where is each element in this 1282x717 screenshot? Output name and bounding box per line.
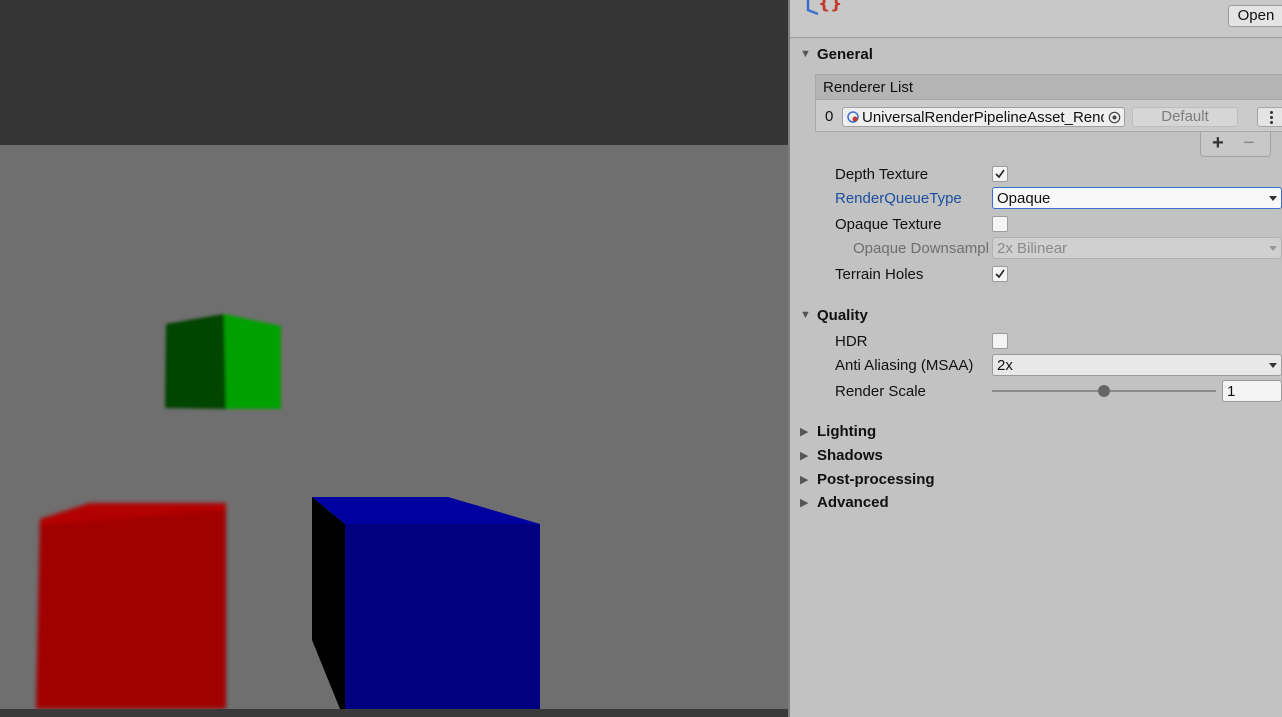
menu-dot-icon xyxy=(1270,111,1273,114)
render-queue-label: RenderQueueType xyxy=(835,190,962,207)
render-scale-row: Render Scale 1 xyxy=(790,380,1282,402)
red-cube[interactable] xyxy=(36,503,226,709)
add-renderer-button[interactable]: + xyxy=(1212,132,1224,155)
hdr-checkbox[interactable] xyxy=(992,333,1008,349)
depth-texture-checkbox[interactable] xyxy=(992,166,1008,182)
section-lighting[interactable]: ▶ Lighting xyxy=(790,421,1282,443)
render-scale-label: Render Scale xyxy=(835,383,926,400)
renderer-list-title: Renderer List xyxy=(823,79,914,96)
blue-cube[interactable] xyxy=(312,497,540,709)
terrain-holes-label: Terrain Holes xyxy=(835,266,924,283)
section-shadows[interactable]: ▶ Shadows xyxy=(790,445,1282,467)
render-queue-dropdown[interactable]: Opaque xyxy=(992,187,1282,209)
render-queue-value: Opaque xyxy=(997,190,1051,207)
dropdown-arrow-icon xyxy=(1269,246,1277,251)
renderer-asset-name: UniversalRenderPipelineAsset_Renderer xyxy=(862,109,1104,126)
asset-icon: {} xyxy=(806,0,842,16)
open-button[interactable]: Open xyxy=(1228,5,1282,27)
checkmark-icon xyxy=(995,169,1005,179)
render-scale-slider-thumb[interactable] xyxy=(1098,385,1110,397)
dropdown-arrow-icon xyxy=(1269,196,1277,201)
renderer-asset-icon xyxy=(847,111,859,123)
green-cube[interactable] xyxy=(165,314,281,409)
opaque-downsampling-dropdown: 2x Bilinear xyxy=(992,237,1282,259)
dropdown-arrow-icon xyxy=(1269,363,1277,368)
opaque-texture-row: Opaque Texture xyxy=(790,213,1282,235)
foldout-collapsed-icon: ▶ xyxy=(800,474,809,486)
foldout-expanded-icon: ▼ xyxy=(800,48,811,60)
renderer-index: 0 xyxy=(825,108,834,125)
renderer-object-field[interactable]: UniversalRenderPipelineAsset_Renderer xyxy=(842,107,1125,127)
scene-objects xyxy=(36,314,540,709)
section-lighting-title: Lighting xyxy=(817,423,877,440)
terrain-holes-row: Terrain Holes xyxy=(790,263,1282,285)
opaque-downsampling-label: Opaque Downsampling xyxy=(853,240,988,257)
msaa-dropdown[interactable]: 2x xyxy=(992,354,1282,376)
renderer-menu-button[interactable] xyxy=(1257,107,1282,127)
opaque-downsampling-value: 2x Bilinear xyxy=(997,240,1068,257)
section-general-title: General xyxy=(817,46,873,63)
inspector-header: {} Open xyxy=(790,0,1282,38)
renderer-list-footer: + − xyxy=(1200,132,1271,157)
opaque-downsampling-row: Opaque Downsampling 2x Bilinear xyxy=(790,237,1282,259)
foldout-collapsed-icon: ▶ xyxy=(800,497,809,509)
section-advanced-title: Advanced xyxy=(817,494,889,511)
hdr-row: HDR xyxy=(790,330,1282,352)
checkmark-icon xyxy=(995,269,1005,279)
opaque-texture-label: Opaque Texture xyxy=(835,216,942,233)
remove-renderer-button[interactable]: − xyxy=(1243,132,1255,155)
render-scale-value: 1 xyxy=(1227,383,1236,400)
renderer-list-header: Renderer List xyxy=(815,74,1282,100)
foldout-collapsed-icon: ▶ xyxy=(800,426,809,438)
foldout-collapsed-icon: ▶ xyxy=(800,450,809,462)
hdr-label: HDR xyxy=(835,333,868,350)
svg-text:{}: {} xyxy=(818,0,842,14)
msaa-row: Anti Aliasing (MSAA) 2x xyxy=(790,354,1282,376)
render-scale-input[interactable]: 1 xyxy=(1222,380,1282,402)
section-general[interactable]: ▼ General xyxy=(790,44,1282,66)
scene-bottom-bar xyxy=(0,709,788,717)
section-quality[interactable]: ▼ Quality xyxy=(790,305,1282,327)
terrain-holes-checkbox[interactable] xyxy=(992,266,1008,282)
section-post-processing[interactable]: ▶ Post-processing xyxy=(790,469,1282,491)
depth-texture-label: Depth Texture xyxy=(835,166,929,183)
menu-dot-icon xyxy=(1270,121,1273,124)
depth-texture-row: Depth Texture xyxy=(790,163,1282,185)
msaa-value: 2x xyxy=(997,357,1013,374)
default-renderer-button[interactable]: Default xyxy=(1132,107,1238,127)
msaa-label: Anti Aliasing (MSAA) xyxy=(835,357,974,374)
opaque-texture-checkbox[interactable] xyxy=(992,216,1008,232)
render-queue-row: RenderQueueType Opaque xyxy=(790,187,1282,209)
menu-dot-icon xyxy=(1270,116,1273,119)
renderer-list-item: 0 UniversalRenderPipelineAsset_Renderer … xyxy=(815,100,1282,132)
scene-view[interactable] xyxy=(0,0,788,717)
foldout-expanded-icon: ▼ xyxy=(800,309,811,321)
section-shadows-title: Shadows xyxy=(817,447,883,464)
section-post-processing-title: Post-processing xyxy=(817,471,935,488)
object-picker-icon[interactable] xyxy=(1108,111,1121,124)
inspector-panel: {} Open ▼ General Renderer List 0 Univer… xyxy=(788,0,1282,717)
section-quality-title: Quality xyxy=(817,307,868,324)
section-advanced[interactable]: ▶ Advanced xyxy=(790,492,1282,514)
